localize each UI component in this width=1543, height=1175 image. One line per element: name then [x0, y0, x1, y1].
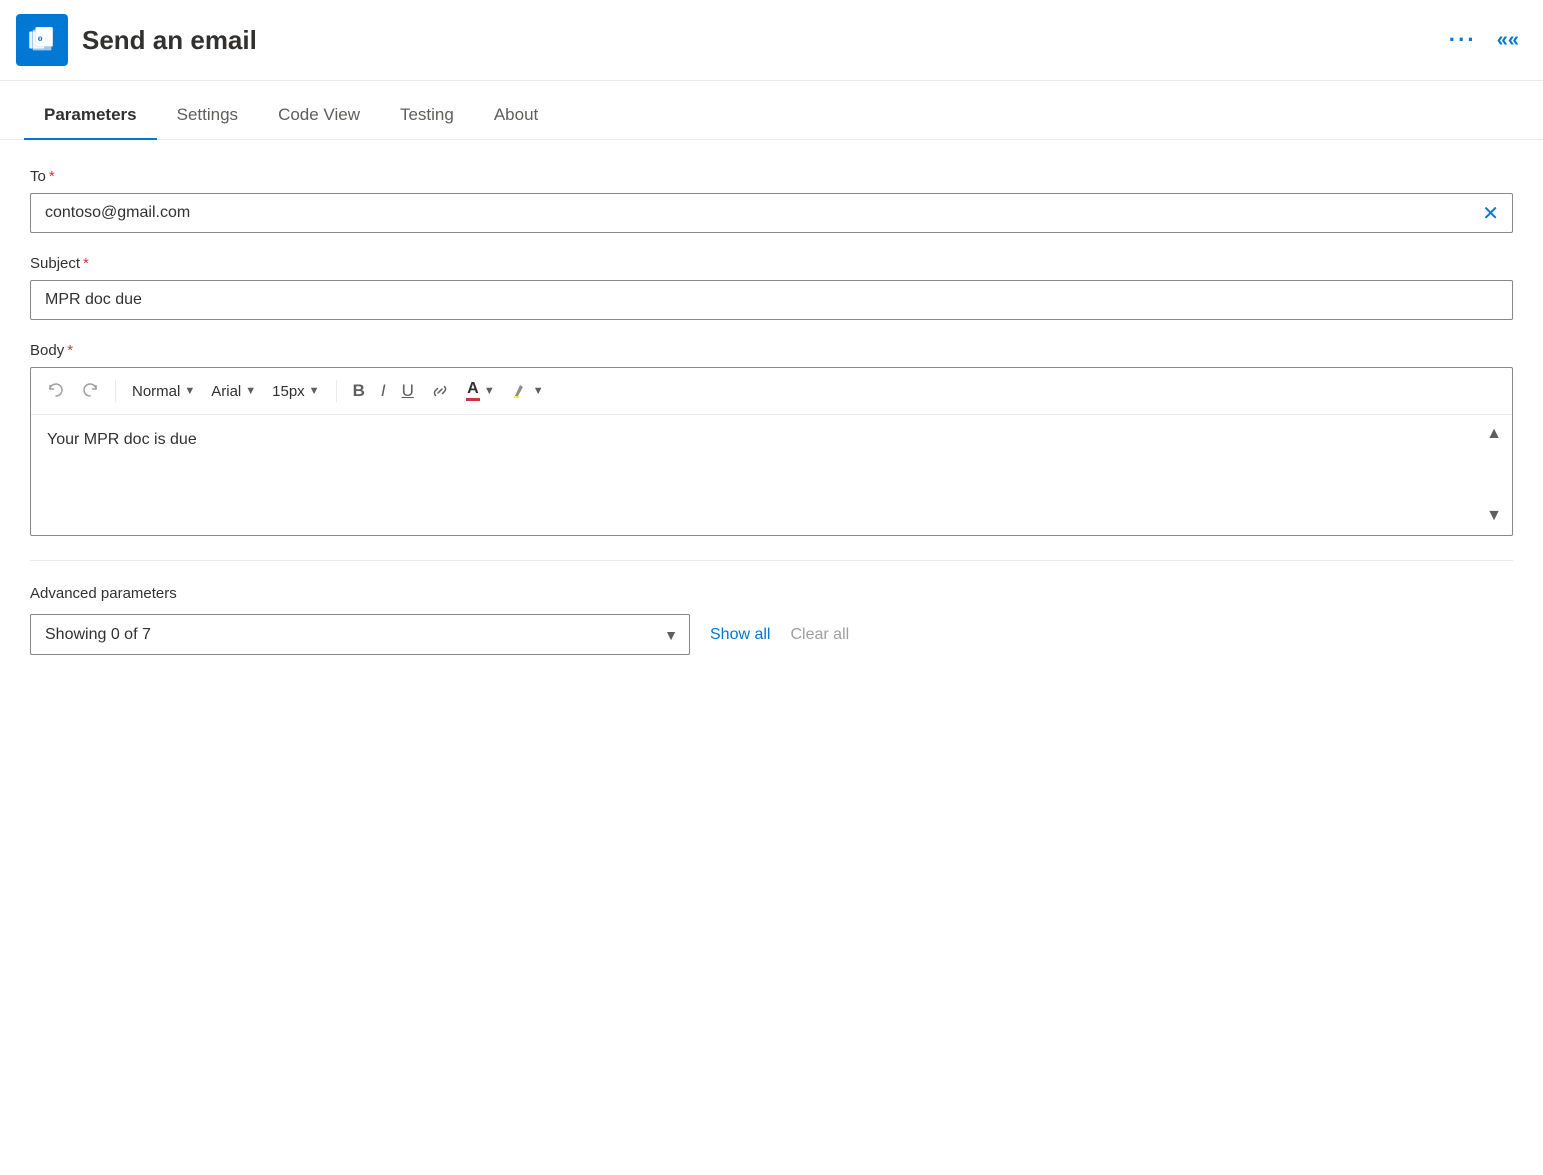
editor-toolbar: Normal ▼ Arial ▼ 15px ▼ B I: [31, 368, 1512, 415]
tab-parameters[interactable]: Parameters: [24, 91, 157, 139]
highlight-icon: [511, 382, 529, 400]
scroll-down-button[interactable]: ▼: [1486, 507, 1502, 525]
advanced-label: Advanced parameters: [30, 585, 1513, 602]
tab-settings[interactable]: Settings: [157, 91, 258, 139]
advanced-row: Showing 0 of 7 ▼ Show all Clear all: [30, 614, 1513, 655]
body-label: Body *: [30, 342, 1513, 359]
toolbar-sep-2: [336, 380, 337, 402]
highlight-dropdown[interactable]: ▼: [505, 378, 550, 404]
body-content: Your MPR doc is due: [47, 431, 197, 448]
highlight-caret: ▼: [533, 385, 544, 397]
to-label: To *: [30, 168, 1513, 185]
undo-button[interactable]: [41, 377, 71, 405]
bold-button[interactable]: B: [347, 376, 371, 406]
main-content: To * ✕ Subject * Body *: [0, 140, 1543, 683]
header-left: o Send an email: [16, 14, 257, 66]
editor-body[interactable]: Your MPR doc is due ▲ ▼: [31, 415, 1512, 535]
font-color-dropdown[interactable]: A ▼: [460, 377, 501, 405]
to-input-wrapper: ✕: [30, 193, 1513, 233]
app-icon: o: [16, 14, 68, 66]
to-required-star: *: [49, 168, 55, 185]
style-dropdown-caret: ▼: [184, 385, 195, 397]
font-dropdown[interactable]: Arial ▼: [205, 379, 262, 404]
collapse-button[interactable]: ««: [1497, 29, 1519, 52]
redo-button[interactable]: [75, 377, 105, 405]
app-header: o Send an email ··· ««: [0, 0, 1543, 81]
more-options-button[interactable]: ···: [1449, 27, 1477, 53]
link-button[interactable]: [424, 376, 456, 406]
body-editor: Normal ▼ Arial ▼ 15px ▼ B I: [30, 367, 1513, 536]
font-color-icon: A: [466, 381, 480, 401]
tab-code-view[interactable]: Code View: [258, 91, 380, 139]
size-dropdown[interactable]: 15px ▼: [266, 379, 325, 404]
page-title: Send an email: [82, 25, 257, 56]
clear-all-link[interactable]: Clear all: [790, 626, 849, 644]
tab-testing[interactable]: Testing: [380, 91, 474, 139]
tab-about[interactable]: About: [474, 91, 558, 139]
font-dropdown-caret: ▼: [245, 385, 256, 397]
subject-input[interactable]: [30, 280, 1513, 320]
advanced-select-wrapper: Showing 0 of 7 ▼: [30, 614, 690, 655]
subject-required-star: *: [83, 255, 89, 272]
to-field-group: To * ✕: [30, 168, 1513, 233]
size-dropdown-caret: ▼: [309, 385, 320, 397]
italic-button[interactable]: I: [375, 376, 392, 406]
header-actions: ··· ««: [1449, 27, 1519, 53]
svg-text:o: o: [38, 33, 43, 44]
to-clear-button[interactable]: ✕: [1482, 201, 1499, 226]
section-divider: [30, 560, 1513, 561]
font-color-caret: ▼: [484, 385, 495, 397]
toolbar-sep-1: [115, 380, 116, 402]
body-required-star: *: [67, 342, 73, 359]
scroll-up-button[interactable]: ▲: [1486, 425, 1502, 443]
subject-input-wrapper: [30, 280, 1513, 320]
advanced-section: Advanced parameters Showing 0 of 7 ▼ Sho…: [30, 585, 1513, 655]
subject-field-group: Subject *: [30, 255, 1513, 320]
advanced-select[interactable]: Showing 0 of 7: [30, 614, 690, 655]
subject-label: Subject *: [30, 255, 1513, 272]
show-all-link[interactable]: Show all: [710, 626, 770, 644]
action-links: Show all Clear all: [710, 626, 849, 644]
to-input[interactable]: [30, 193, 1513, 233]
style-dropdown[interactable]: Normal ▼: [126, 379, 201, 404]
tab-bar: Parameters Settings Code View Testing Ab…: [0, 91, 1543, 140]
body-field-group: Body *: [30, 342, 1513, 536]
underline-button[interactable]: U: [396, 376, 420, 406]
